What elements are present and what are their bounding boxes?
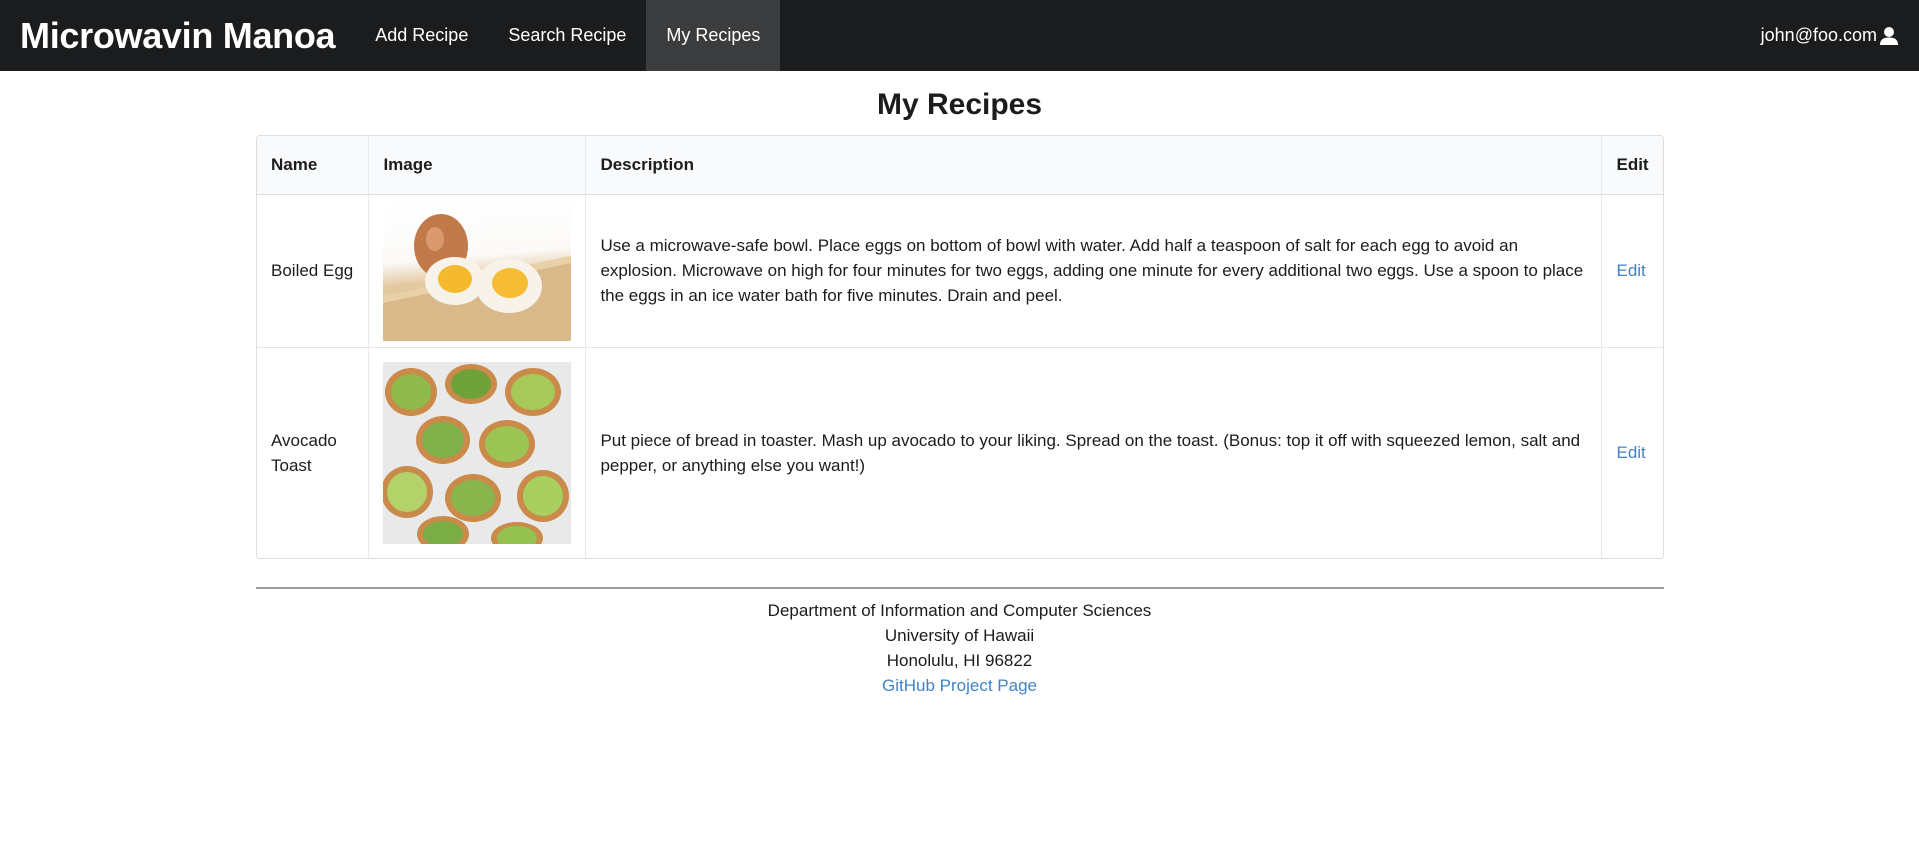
footer-address: Honolulu, HI 96822	[886, 651, 1033, 670]
table-row: Boiled Egg Use a microwave-safe bowl. Pl…	[257, 194, 1663, 347]
user-menu[interactable]: john@foo.com	[1741, 0, 1919, 71]
recipe-image-cell	[368, 194, 587, 347]
recipe-description: Put piece of bread in toaster. Mash up a…	[585, 347, 1603, 558]
page-title: My Recipes	[876, 88, 1043, 121]
edit-link[interactable]: Edit	[1616, 261, 1645, 280]
footer-department: Department of Information and Computer S…	[767, 601, 1152, 620]
boiled-egg-image	[383, 200, 572, 341]
user-icon	[1879, 26, 1899, 46]
header-description: Description	[585, 136, 1603, 195]
avocado-toast-image	[383, 361, 572, 544]
nav-search-recipe[interactable]: Search Recipe	[488, 0, 646, 71]
footer-university: University of Hawaii	[884, 626, 1035, 645]
edit-link[interactable]: Edit	[1616, 443, 1645, 462]
recipe-image-cell	[368, 347, 587, 558]
edit-cell: Edit	[1602, 347, 1663, 558]
recipe-description: Use a microwave-safe bowl. Place eggs on…	[585, 194, 1603, 347]
github-project-link[interactable]: GitHub Project Page	[882, 676, 1037, 695]
recipe-name: Boiled Egg	[257, 194, 370, 347]
user-email: john@foo.com	[1760, 25, 1877, 45]
header-image: Image	[368, 136, 587, 195]
brand-logo[interactable]: Microwavin Manoa	[0, 0, 355, 71]
table-row: Avocado Toast Put piece of bread in toas…	[257, 347, 1663, 558]
nav-my-recipes[interactable]: My Recipes	[646, 0, 781, 71]
recipe-name: Avocado Toast	[257, 347, 370, 558]
header-name: Name	[257, 136, 370, 195]
table-header-row: Name Image Description Edit	[257, 136, 1663, 195]
header-edit: Edit	[1601, 136, 1663, 195]
footer-divider	[256, 587, 1664, 589]
recipes-table: Name Image Description Edit Boiled Egg U…	[256, 135, 1664, 559]
footer: Department of Information and Computer S…	[0, 598, 1919, 698]
edit-cell: Edit	[1602, 194, 1663, 347]
top-navbar: Microwavin Manoa Add Recipe Search Recip…	[0, 0, 1919, 71]
nav-add-recipe[interactable]: Add Recipe	[355, 0, 488, 71]
